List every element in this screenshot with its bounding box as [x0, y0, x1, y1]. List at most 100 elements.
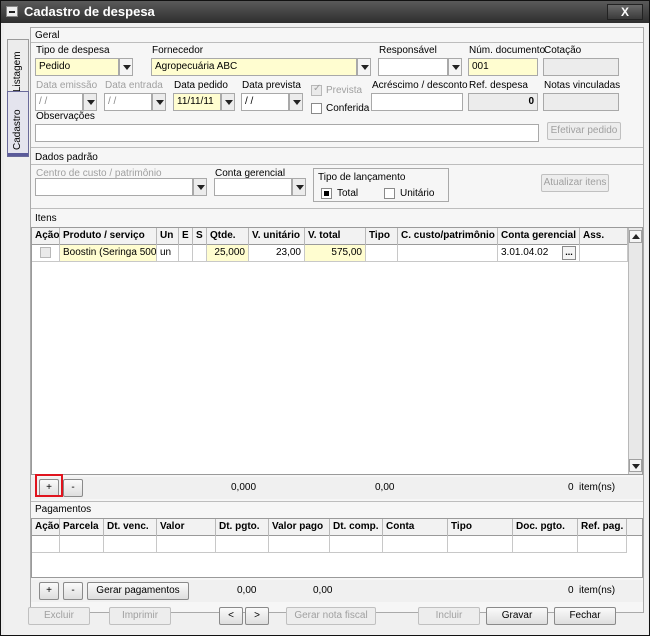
num-documento-label: Núm. documento: [469, 45, 546, 56]
fechar-button[interactable]: Fechar: [554, 607, 616, 625]
gerar-nota-fiscal-button[interactable]: Gerar nota fiscal: [286, 607, 376, 625]
section-pagamentos: Pagamentos: [35, 504, 92, 515]
col-dt-comp[interactable]: Dt. comp.: [330, 519, 383, 536]
col-acao[interactable]: Ação: [32, 519, 60, 536]
col-tipo[interactable]: Tipo: [448, 519, 513, 536]
total-label: Total: [337, 188, 359, 199]
pagamentos-grid: Ação Parcela Dt. venc. Valor Dt. pgto. V…: [31, 518, 643, 578]
system-menu-icon[interactable]: [6, 6, 18, 17]
cell-ass[interactable]: [580, 245, 628, 262]
col-dt-venc[interactable]: Dt. venc.: [104, 519, 157, 536]
row-select-checkbox[interactable]: [40, 247, 51, 258]
col-valor-pago[interactable]: Valor pago: [269, 519, 330, 536]
data-pedido-label: Data pedido: [174, 80, 228, 91]
pagamentos-grid-header: Ação Parcela Dt. venc. Valor Dt. pgto. V…: [32, 519, 642, 536]
imprimir-button[interactable]: Imprimir: [109, 607, 171, 625]
cell-un[interactable]: un: [157, 245, 179, 262]
conferida-checkbox[interactable]: [311, 103, 322, 114]
centro-custo-input[interactable]: [35, 178, 193, 196]
itens-total-qtde: 0,000: [231, 482, 257, 493]
cell-v-unitario[interactable]: 23,00: [249, 245, 305, 262]
col-produto[interactable]: Produto / serviço: [60, 228, 157, 245]
col-ref-pag[interactable]: Ref. pag.: [578, 519, 627, 536]
unitario-radio[interactable]: [384, 188, 395, 199]
cotacao-input: [543, 58, 619, 76]
itens-scrollbar[interactable]: [628, 228, 642, 474]
tab-listagem[interactable]: Listagem: [7, 39, 29, 99]
incluir-button[interactable]: Incluir: [418, 607, 480, 625]
chevron-down-icon[interactable]: [357, 58, 371, 76]
col-conta-gerencial[interactable]: Conta gerencial: [498, 228, 580, 245]
close-button[interactable]: X: [607, 4, 643, 20]
col-doc-pgto[interactable]: Doc. pgto.: [513, 519, 578, 536]
data-entrada-input[interactable]: / /: [104, 93, 152, 111]
data-emissao-input[interactable]: / /: [35, 93, 83, 111]
cell-qtde[interactable]: 25,000: [207, 245, 249, 262]
col-valor[interactable]: Valor: [157, 519, 216, 536]
col-dt-pgto[interactable]: Dt. pgto.: [216, 519, 269, 536]
col-tipo[interactable]: Tipo: [366, 228, 398, 245]
add-pagamento-button[interactable]: +: [39, 582, 59, 600]
next-record-button[interactable]: >: [245, 607, 269, 625]
lookup-icon[interactable]: [193, 178, 207, 196]
cell-s[interactable]: [193, 245, 207, 262]
num-documento-input[interactable]: 001: [468, 58, 538, 76]
prev-record-button[interactable]: <: [219, 607, 243, 625]
col-acao[interactable]: Ação: [32, 228, 60, 245]
responsavel-select[interactable]: [378, 58, 448, 76]
remove-item-button[interactable]: -: [63, 479, 83, 497]
empty-cell: [104, 536, 157, 553]
empty-cell: [448, 536, 513, 553]
form-panel: Geral Tipo de despesa Pedido Fornecedor …: [30, 27, 644, 613]
ref-despesa-value: 0: [468, 93, 538, 111]
calendar-icon[interactable]: [289, 93, 303, 111]
scroll-up-icon[interactable]: [629, 230, 642, 243]
efetivar-pedido-button[interactable]: Efetivar pedido: [547, 122, 621, 140]
observacoes-input[interactable]: [35, 124, 539, 142]
conta-gerencial-input[interactable]: [214, 178, 292, 196]
cell-v-total[interactable]: 575,00: [305, 245, 366, 262]
col-s[interactable]: S: [193, 228, 207, 245]
total-radio[interactable]: [321, 188, 332, 199]
prevista-checkbox[interactable]: [311, 83, 322, 96]
empty-cell: [513, 536, 578, 553]
acrescimo-input[interactable]: [371, 93, 463, 111]
atualizar-itens-button[interactable]: Atualizar itens: [541, 174, 609, 192]
calendar-icon[interactable]: [152, 93, 166, 111]
col-v-unitario[interactable]: V. unitário: [249, 228, 305, 245]
chevron-down-icon[interactable]: [448, 58, 462, 76]
data-pedido-input[interactable]: 11/11/11: [173, 93, 221, 111]
col-conta[interactable]: Conta: [383, 519, 448, 536]
tipo-despesa-select[interactable]: Pedido: [35, 58, 119, 76]
gerar-pagamentos-button[interactable]: Gerar pagamentos: [87, 582, 189, 600]
title-bar: Cadastro de despesa X: [1, 1, 649, 23]
data-entrada-label: Data entrada: [105, 80, 163, 91]
col-c-custo[interactable]: C. custo/patrimônio: [398, 228, 498, 245]
col-e[interactable]: E: [179, 228, 193, 245]
remove-pagamento-button[interactable]: -: [63, 582, 83, 600]
data-prevista-input[interactable]: / /: [241, 93, 289, 111]
col-parcela[interactable]: Parcela: [60, 519, 104, 536]
col-v-total[interactable]: V. total: [305, 228, 366, 245]
cell-produto[interactable]: Boostin (Seringa 500 ml): [60, 245, 157, 262]
col-un[interactable]: Un: [157, 228, 179, 245]
col-qtde[interactable]: Qtde.: [207, 228, 249, 245]
scroll-down-icon[interactable]: [629, 459, 642, 472]
empty-cell: [383, 536, 448, 553]
cell-e[interactable]: [179, 245, 193, 262]
calendar-icon[interactable]: [83, 93, 97, 111]
excluir-button[interactable]: Excluir: [28, 607, 90, 625]
fornecedor-select[interactable]: Agropecuária ABC: [151, 58, 357, 76]
tab-cadastro[interactable]: Cadastro: [7, 91, 29, 157]
col-ass[interactable]: Ass.: [580, 228, 628, 245]
chevron-down-icon[interactable]: [119, 58, 133, 76]
cell-tipo[interactable]: [366, 245, 398, 262]
ellipsis-icon[interactable]: ...: [562, 246, 576, 260]
empty-cell: [60, 536, 104, 553]
cell-c-custo[interactable]: [398, 245, 498, 262]
acrescimo-label: Acréscimo / desconto: [372, 80, 468, 91]
gravar-button[interactable]: Gravar: [486, 607, 548, 625]
lookup-icon[interactable]: [292, 178, 306, 196]
calendar-icon[interactable]: [221, 93, 235, 111]
ref-despesa-label: Ref. despesa: [469, 80, 528, 91]
